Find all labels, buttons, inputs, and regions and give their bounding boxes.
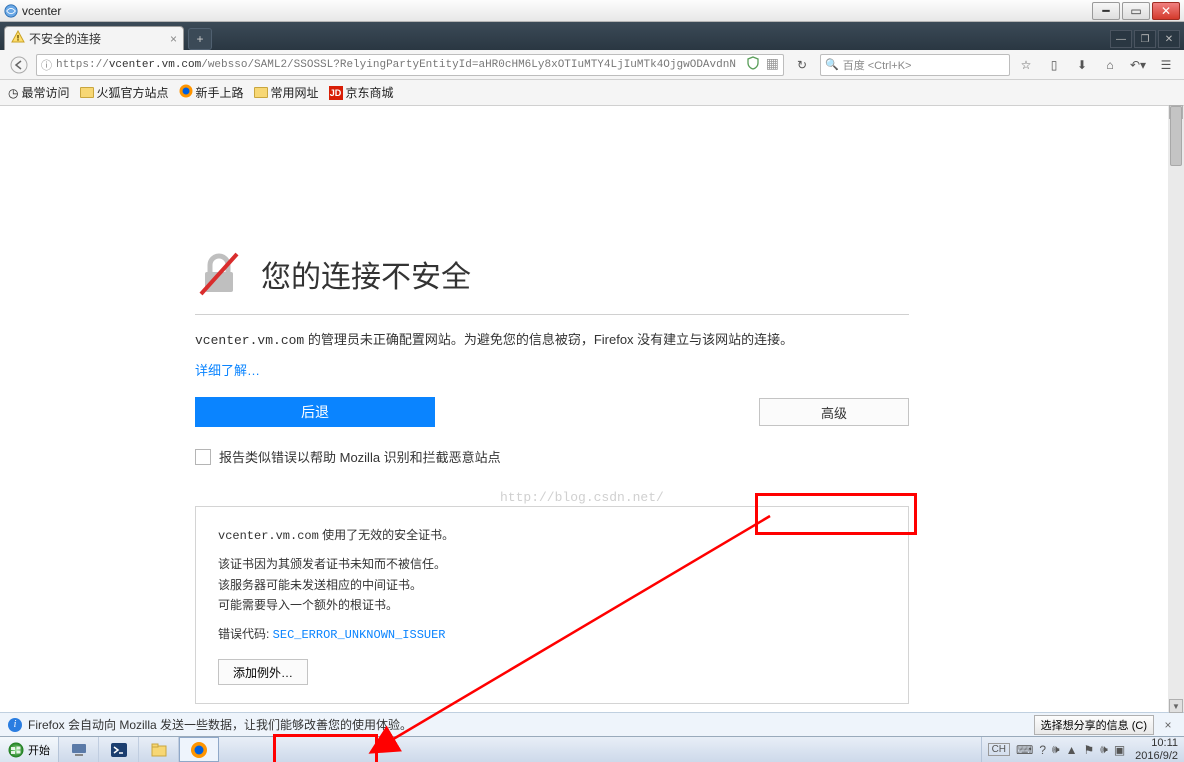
tray-vmtools-icon[interactable]: ▣ (1114, 743, 1125, 757)
bookmark-getting-started[interactable]: 新手上路 (179, 84, 244, 101)
qr-icon[interactable]: ▦ (766, 56, 779, 73)
taskbar-app-powershell[interactable] (99, 737, 139, 762)
window-maximize-button[interactable]: ▭ (1122, 2, 1150, 20)
error-heading: 您的连接不安全 (261, 252, 471, 296)
infobar-text: Firefox 会自动向 Mozilla 发送一些数据，让我们能够改善您的使用体… (28, 716, 412, 733)
inner-minimize-button[interactable]: ― (1110, 30, 1132, 48)
window-minimize-button[interactable]: ━ (1092, 2, 1120, 20)
browser-nav-toolbar: ⓘ https://vcenter.vm.com/websso/SAML2/SS… (0, 50, 1184, 80)
history-icon[interactable]: ↶▾ (1126, 53, 1150, 77)
folder-icon (80, 87, 94, 98)
tab-title: 不安全的连接 (29, 30, 101, 47)
tray-keyboard-icon[interactable]: ⌨ (1016, 743, 1033, 757)
info-icon: i (8, 718, 22, 732)
report-errors-label: 报告类似错误以帮助 Mozilla 识别和拦截恶意站点 (219, 447, 501, 466)
inner-restore-button[interactable]: ❐ (1134, 30, 1156, 48)
new-tab-button[interactable]: + (188, 28, 212, 50)
scroll-down-button[interactable]: ▼ (1169, 699, 1183, 713)
taskbar-app-firefox[interactable] (179, 737, 219, 762)
tab-close-icon[interactable]: × (170, 32, 177, 46)
telemetry-infobar: i Firefox 会自动向 Mozilla 发送一些数据，让我们能够改善您的使… (0, 712, 1184, 736)
go-back-button[interactable]: 后退 (195, 397, 435, 427)
tray-volume-icon[interactable]: 🕪 (1052, 742, 1060, 757)
home-icon[interactable]: ⌂ (1098, 53, 1122, 77)
downloads-icon[interactable]: ⬇ (1070, 53, 1094, 77)
browser-tab-strip: 不安全的连接 × + ― ❐ ✕ (0, 22, 1184, 50)
warning-icon (11, 30, 25, 47)
infobar-close-icon[interactable]: × (1160, 718, 1176, 732)
tray-flag-icon[interactable]: ⚑ (1084, 743, 1095, 757)
menu-icon[interactable]: ☰ (1154, 53, 1178, 77)
bookmark-jd[interactable]: JD京东商城 (329, 84, 394, 101)
window-close-button[interactable]: ✕ (1152, 2, 1180, 20)
bookmark-firefox-official[interactable]: 火狐官方站点 (80, 84, 169, 101)
start-button[interactable]: 开始 (0, 737, 59, 762)
firefox-icon (179, 84, 193, 101)
search-placeholder: 百度 <Ctrl+K> (843, 57, 912, 73)
bookmark-star-icon[interactable]: ☆ (1014, 53, 1038, 77)
tray-clock[interactable]: 10:11 2016/9/2 (1131, 737, 1178, 761)
taskbar-app-server-manager[interactable] (59, 737, 99, 762)
taskbar-app-explorer[interactable] (139, 737, 179, 762)
advanced-button[interactable]: 高级 (759, 398, 909, 426)
tray-expand-icon[interactable]: ▲ (1066, 743, 1078, 757)
windows-orb-icon (8, 742, 24, 758)
advanced-info-box: vcenter.vm.com 使用了无效的安全证书。 该证书因为其颁发者证书未知… (195, 506, 909, 704)
app-icon (4, 4, 18, 18)
bookmarks-toolbar: ◷最常访问 火狐官方站点 新手上路 常用网址 JD京东商城 (0, 80, 1184, 106)
search-icon: 🔍 (825, 58, 839, 71)
site-identity-icon[interactable]: ⓘ (41, 57, 52, 73)
history-icon: ◷ (8, 86, 18, 100)
reload-button[interactable]: ↻ (788, 53, 816, 77)
browser-tab[interactable]: 不安全的连接 × (4, 26, 184, 50)
ime-indicator[interactable]: CH (988, 743, 1010, 756)
error-page: 您的连接不安全 vcenter.vm.com 的管理员未正确配置网站。为避免您的… (195, 250, 909, 704)
tray-help-icon[interactable]: ? (1039, 743, 1046, 757)
tracking-shield-icon[interactable] (746, 56, 760, 74)
pocket-icon[interactable]: ▯ (1042, 53, 1066, 77)
add-exception-button[interactable]: 添加例外… (218, 659, 308, 685)
report-errors-checkbox[interactable] (195, 449, 211, 465)
windows-taskbar: 开始 CH ⌨ ? 🕪 ▲ ⚑ 🕪 ▣ 10:11 2016/9/2 (0, 736, 1184, 762)
page-viewport: ▲ ▼ http://blog.csdn.net/ 您的连接不安全 vcente… (0, 106, 1184, 712)
bookmark-most-visited[interactable]: ◷最常访问 (8, 84, 70, 101)
bookmark-common-urls[interactable]: 常用网址 (254, 84, 319, 101)
back-button[interactable] (6, 53, 32, 77)
jd-icon: JD (329, 86, 343, 100)
folder-icon (254, 87, 268, 98)
os-window-titlebar: vcenter ━ ▭ ✕ (0, 0, 1184, 22)
url-text: https://vcenter.vm.com/websso/SAML2/SSOS… (56, 59, 736, 71)
tray-network-icon[interactable]: 🕪 (1100, 742, 1108, 757)
learn-more-link[interactable]: 详细了解… (195, 360, 260, 379)
search-bar[interactable]: 🔍 百度 <Ctrl+K> (820, 54, 1010, 76)
url-bar[interactable]: ⓘ https://vcenter.vm.com/websso/SAML2/SS… (36, 54, 784, 76)
error-description: vcenter.vm.com 的管理员未正确配置网站。为避免您的信息被窃，Fir… (195, 329, 909, 352)
infobar-select-button[interactable]: 选择想分享的信息 (C) (1034, 715, 1154, 735)
system-tray: CH ⌨ ? 🕪 ▲ ⚑ 🕪 ▣ 10:11 2016/9/2 (981, 737, 1184, 762)
scrollbar-thumb[interactable] (1170, 106, 1182, 166)
window-title: vcenter (22, 4, 1092, 18)
insecure-lock-icon (195, 250, 243, 298)
error-code-link[interactable]: SEC_ERROR_UNKNOWN_ISSUER (273, 628, 446, 642)
inner-close-button[interactable]: ✕ (1158, 30, 1180, 48)
